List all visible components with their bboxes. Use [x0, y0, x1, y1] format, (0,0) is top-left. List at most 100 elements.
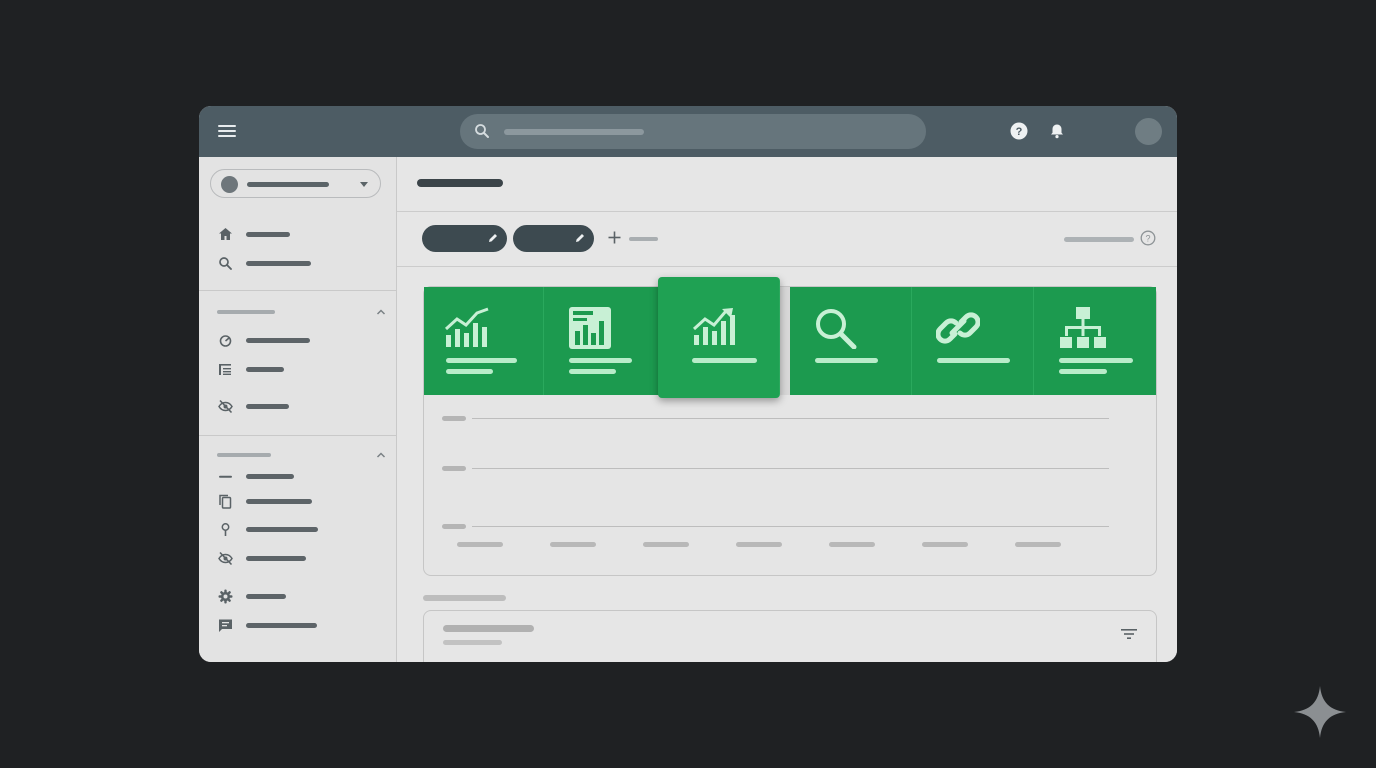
pencil-icon[interactable]: [487, 232, 499, 244]
sidebar-item-label: [246, 404, 289, 409]
filter-icon[interactable]: [1121, 628, 1137, 640]
bell-icon[interactable]: [1048, 122, 1066, 140]
home-icon: [219, 228, 232, 240]
chart-plot-area: [424, 395, 1156, 575]
y-axis-tick-label: [442, 466, 466, 471]
filter-chip-2[interactable]: [513, 225, 594, 252]
sidebar-item-label: [246, 499, 312, 504]
link-icon: [936, 312, 980, 344]
tile-label: [937, 358, 1010, 363]
sidebar-item-label: [246, 623, 317, 628]
sidebar-item-copy[interactable]: [217, 493, 387, 511]
tile-sublabel: [569, 369, 616, 374]
sidebar-item-label: [246, 474, 294, 479]
list-icon: [219, 364, 231, 375]
sidebar-item-location[interactable]: [217, 521, 387, 539]
tile-label: [569, 358, 632, 363]
help-circle-icon[interactable]: ?: [1010, 122, 1028, 140]
pencil-icon[interactable]: [574, 232, 586, 244]
sidebar: [199, 157, 397, 662]
tile-bar-report[interactable]: [544, 287, 664, 395]
trend-up-icon: [692, 308, 735, 345]
table-card: [423, 610, 1157, 662]
tile-label: [692, 358, 757, 363]
sidebar-section-header[interactable]: [217, 306, 387, 318]
sidebar-item-hidden[interactable]: [217, 398, 387, 416]
account-selector[interactable]: [210, 169, 381, 198]
gridline: [472, 468, 1109, 469]
tile-sublabel: [446, 369, 493, 374]
feedback-icon: [219, 619, 232, 632]
x-axis-tick-label: [1015, 542, 1061, 547]
top-app-bar: ?: [199, 106, 1177, 157]
section-label: [423, 595, 506, 601]
chart-card: [423, 277, 1157, 576]
tile-label: [446, 358, 517, 363]
bar-report-icon: [569, 307, 611, 349]
help-outline-icon[interactable]: ?: [1140, 230, 1156, 246]
page-title: [417, 179, 503, 187]
eye-off-icon: [218, 551, 233, 566]
sidebar-item-hidden-2[interactable]: [217, 550, 387, 568]
search-placeholder: [504, 129, 644, 135]
app-window: ? ?: [199, 106, 1177, 662]
sidebar-item-search[interactable]: [217, 255, 387, 273]
gridline: [472, 418, 1109, 419]
location-pin-icon: [221, 523, 230, 536]
date-range-label: [1064, 237, 1134, 242]
tile-label: [1059, 358, 1133, 363]
x-axis-tick-label: [643, 542, 689, 547]
sidebar-item-settings[interactable]: [217, 588, 387, 606]
svg-text:?: ?: [1016, 126, 1023, 138]
sidebar-item-dash[interactable]: [217, 468, 387, 486]
sidebar-item-list[interactable]: [217, 361, 387, 379]
sidebar-item-label: [246, 527, 318, 532]
chevron-down-icon: [360, 182, 368, 187]
toolbar-divider: [397, 266, 1177, 267]
search-bar[interactable]: [460, 114, 926, 149]
sidebar-item-overview[interactable]: [217, 332, 387, 350]
chevron-up-icon[interactable]: [375, 306, 387, 318]
sidebar-divider: [199, 435, 396, 436]
report-tiles: [424, 277, 1156, 398]
table-title: [443, 625, 534, 632]
eye-off-icon: [218, 399, 233, 414]
sidebar-item-label: [246, 367, 284, 372]
gridline: [472, 526, 1109, 527]
tile-line-chart[interactable]: [424, 287, 544, 395]
tile-gap: [780, 287, 790, 395]
header-divider: [397, 211, 1177, 212]
hamburger-menu-icon[interactable]: [218, 125, 236, 139]
plus-icon[interactable]: [608, 231, 621, 244]
tile-label: [815, 358, 878, 363]
sparkle-icon: [1294, 686, 1346, 738]
account-avatar: [221, 176, 238, 193]
sidebar-item-label: [246, 232, 290, 237]
sidebar-item-label: [246, 594, 286, 599]
x-axis-tick-label: [457, 542, 503, 547]
gauge-icon: [219, 335, 232, 347]
section-title: [217, 310, 275, 314]
filter-chip-1[interactable]: [422, 225, 507, 252]
search-icon: [475, 124, 489, 138]
sidebar-item-label: [246, 338, 310, 343]
sidebar-item-home[interactable]: [217, 226, 387, 244]
sidebar-item-feedback[interactable]: [217, 617, 387, 635]
account-name: [247, 182, 329, 187]
user-avatar[interactable]: [1135, 118, 1162, 145]
tile-sitemap[interactable]: [1034, 287, 1156, 395]
x-axis-tick-label: [736, 542, 782, 547]
magnifier-icon: [816, 309, 857, 349]
sidebar-divider: [199, 290, 396, 291]
add-filter-label[interactable]: [629, 237, 658, 241]
tile-sublabel: [1059, 369, 1107, 374]
tile-trend-active[interactable]: [658, 277, 780, 398]
y-axis-tick-label: [442, 416, 466, 421]
x-axis-tick-label: [550, 542, 596, 547]
chevron-up-icon[interactable]: [375, 449, 387, 461]
sidebar-section-header[interactable]: [217, 449, 387, 461]
tile-link[interactable]: [912, 287, 1034, 395]
gear-icon: [218, 589, 233, 604]
tile-search[interactable]: [790, 287, 912, 395]
line-chart-icon: [444, 307, 489, 347]
